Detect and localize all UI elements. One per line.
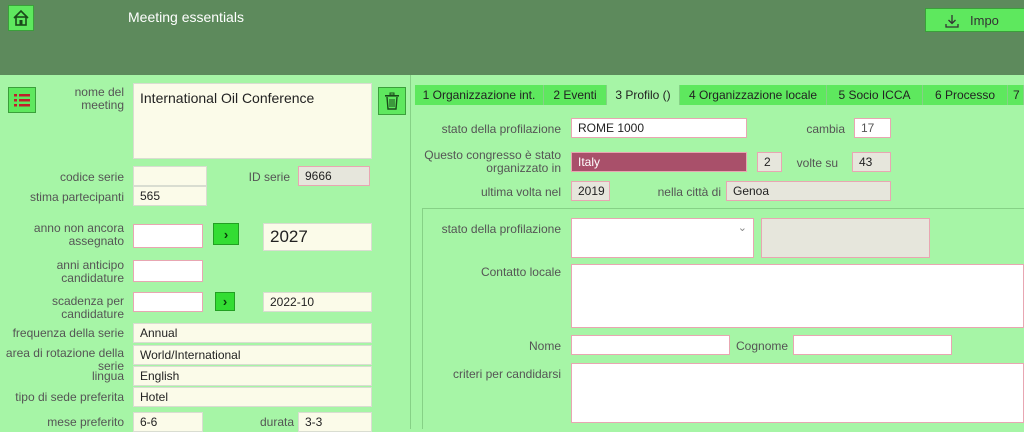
- tab-profilo[interactable]: 3 Profilo (): [607, 85, 680, 105]
- status-field[interactable]: ROME 1000: [571, 118, 747, 138]
- meeting-name-label: nome del meeting: [74, 85, 124, 112]
- tab-processo[interactable]: 6 Processo: [923, 85, 1008, 105]
- rotation-field[interactable]: World/International: [133, 345, 372, 365]
- panel-divider: [410, 75, 411, 429]
- delete-button[interactable]: [378, 87, 406, 115]
- home-icon: [13, 9, 29, 26]
- times-of-label: volte su: [796, 156, 838, 170]
- tab-bar: 1 Organizzazione int. 2 Eventi 3 Profilo…: [415, 85, 1024, 105]
- unassigned-year-field[interactable]: [133, 224, 203, 248]
- frequency-label: frequenza della serie: [12, 326, 124, 340]
- series-code-field[interactable]: [133, 166, 207, 186]
- chevron-down-icon: ⌄: [737, 222, 747, 234]
- import-button[interactable]: Impo: [925, 8, 1024, 32]
- last-name-label: Cognome: [736, 339, 789, 353]
- tab-organizzazione-locale[interactable]: 4 Organizzazione locale: [680, 85, 827, 105]
- lead-years-field[interactable]: [133, 260, 203, 282]
- list-icon: [14, 94, 30, 107]
- series-id-label: ID serie: [248, 170, 290, 184]
- download-icon: [945, 15, 959, 28]
- est-participants-field[interactable]: 565: [133, 186, 207, 206]
- home-button[interactable]: [8, 5, 34, 31]
- status2-select[interactable]: ⌄: [571, 218, 754, 258]
- app-title: Meeting essentials: [128, 9, 244, 25]
- year-go-button[interactable]: ›: [213, 223, 239, 245]
- lead-years-label: anni anticipo candidature: [56, 258, 124, 285]
- deadline-result-field: 2022-10: [263, 292, 372, 312]
- criteria-field[interactable]: [571, 363, 1024, 423]
- venue-label: tipo di sede preferita: [15, 390, 124, 404]
- change-field[interactable]: 17: [854, 118, 891, 138]
- times-field: 2: [757, 152, 782, 172]
- change-label: cambia: [806, 122, 845, 136]
- last-time-label: ultima volta nel: [480, 185, 561, 199]
- meeting-name-field[interactable]: International Oil Conference: [133, 83, 372, 159]
- tab-7[interactable]: 7: [1008, 85, 1024, 105]
- language-field[interactable]: English: [133, 366, 372, 386]
- contact-field[interactable]: [571, 264, 1024, 328]
- year-result-field: 2027: [263, 223, 372, 251]
- month-field[interactable]: 6-6: [133, 412, 203, 432]
- duration-label: durata: [259, 415, 294, 429]
- venue-field[interactable]: Hotel: [133, 387, 372, 407]
- import-label: Impo: [970, 12, 999, 28]
- month-label: mese preferito: [47, 415, 124, 429]
- unassigned-year-label: anno non ancora assegnato: [33, 221, 124, 248]
- trash-icon: [385, 92, 399, 110]
- first-name-label: Nome: [528, 339, 561, 353]
- series-code-label: codice serie: [59, 170, 124, 184]
- organized-in-label: Questo congresso è stato organizzato in: [424, 148, 561, 175]
- language-label: lingua: [91, 369, 124, 383]
- chevron-right-icon: ›: [223, 226, 229, 242]
- chevron-right-icon: ›: [222, 294, 228, 309]
- last-name-field[interactable]: [793, 335, 952, 355]
- deadline-field[interactable]: [133, 292, 203, 312]
- times-total-field: 43: [852, 152, 891, 172]
- duration-field[interactable]: 3-3: [298, 412, 372, 432]
- status-label: stato della profilazione: [441, 122, 561, 136]
- deadline-label: scadenza per candidature: [51, 294, 124, 321]
- status2-result: [761, 218, 930, 258]
- first-name-field[interactable]: [571, 335, 730, 355]
- est-participants-label: stima partecipanti: [29, 190, 124, 204]
- tab-socio-icca[interactable]: 5 Socio ICCA: [827, 85, 923, 105]
- deadline-go-button[interactable]: ›: [215, 292, 235, 311]
- criteria-label: criteri per candidarsi: [452, 367, 561, 381]
- contact-label: Contatto locale: [480, 265, 561, 279]
- series-id-field: 9666: [298, 166, 370, 186]
- frequency-field[interactable]: Annual: [133, 323, 372, 343]
- last-time-field: 2019: [571, 181, 610, 201]
- city-label: nella città di: [657, 185, 721, 199]
- city-field: Genoa: [726, 181, 891, 201]
- tab-eventi[interactable]: 2 Eventi: [544, 85, 607, 105]
- status2-label: stato della profilazione: [441, 222, 561, 236]
- tab-organizzazione-int[interactable]: 1 Organizzazione int.: [415, 85, 544, 105]
- list-button[interactable]: [8, 87, 36, 113]
- organized-in-country: Italy: [571, 152, 747, 172]
